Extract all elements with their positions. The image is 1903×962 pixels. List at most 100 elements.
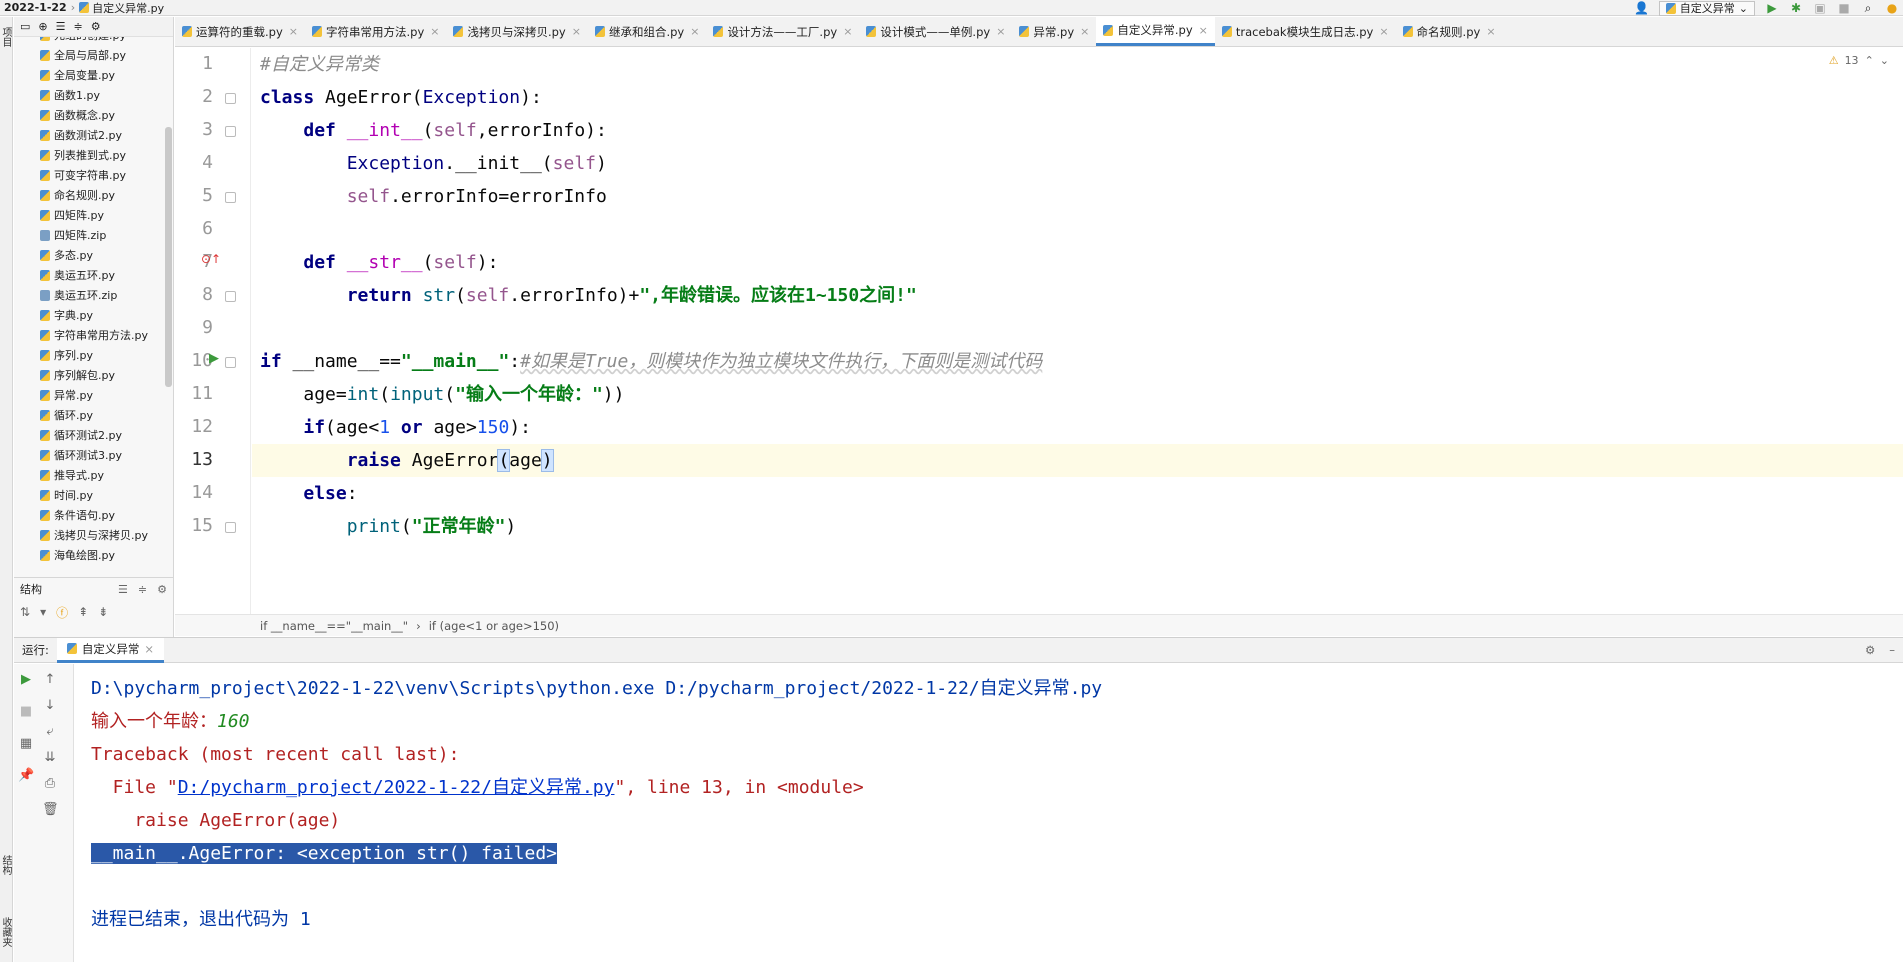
gear-icon[interactable]: ⚙ bbox=[91, 20, 101, 33]
expand-all-icon[interactable]: ☰ bbox=[118, 583, 128, 596]
override-gutter-icon[interactable]: ⊙↑ bbox=[201, 252, 221, 266]
project-file-item[interactable]: 时间.py bbox=[14, 485, 163, 505]
code-line-10[interactable]: if __name__=="__main__":#如果是True，则模块作为独立… bbox=[252, 345, 1903, 378]
editor-tab[interactable]: 浅拷贝与深拷贝.py × bbox=[446, 17, 587, 46]
code-line-12[interactable]: if(age<1 or age>150): bbox=[252, 411, 1903, 444]
project-file-item[interactable]: 函数1.py bbox=[14, 85, 163, 105]
project-file-item[interactable]: 序列解包.py bbox=[14, 365, 163, 385]
project-tool-button[interactable]: 项目 bbox=[0, 27, 13, 47]
code-line-7[interactable]: def __str__(self): bbox=[252, 246, 1903, 279]
project-file-item[interactable]: 海龟绘图.py bbox=[14, 545, 163, 565]
layout-icon[interactable]: ▦ bbox=[18, 736, 34, 752]
run-config-select[interactable]: 自定义异常 ⌄ bbox=[1658, 0, 1755, 16]
code-line-1[interactable]: #自定义异常类 bbox=[252, 48, 1903, 81]
code-line-9[interactable] bbox=[252, 312, 1903, 345]
code-line-2[interactable]: class AgeError(Exception): bbox=[252, 81, 1903, 114]
expand-all-icon[interactable]: ☰ bbox=[56, 20, 66, 33]
project-file-item[interactable]: 多态.py bbox=[14, 245, 163, 265]
run-icon[interactable]: ▶ bbox=[1765, 1, 1779, 15]
close-icon[interactable]: × bbox=[1080, 25, 1089, 38]
rerun-icon[interactable]: ▶ bbox=[18, 672, 34, 688]
project-file-item[interactable]: 全局与局部.py bbox=[14, 45, 163, 65]
favorites-tool-button[interactable]: 收藏夹 bbox=[0, 917, 13, 947]
project-file-item[interactable]: 全局变量.py bbox=[14, 65, 163, 85]
trash-icon[interactable]: 🗑 bbox=[42, 802, 59, 818]
project-file-item[interactable]: 奥运五环.zip bbox=[14, 285, 163, 305]
code-line-11[interactable]: age=int(input("输入一个年龄：")) bbox=[252, 378, 1903, 411]
sort-icon[interactable]: ⇅ bbox=[20, 605, 30, 619]
stop-icon[interactable]: ■ bbox=[18, 704, 34, 720]
update-icon[interactable]: ● bbox=[1885, 1, 1899, 15]
code-editor[interactable]: 1 2 3 4 5 6 7 8 9 10 11 12 13 14 15 ▶ ⊙↑ #自定义异常类 class A… bbox=[175, 48, 1903, 614]
project-file-item[interactable]: 循环测试3.py bbox=[14, 445, 163, 465]
chevron-down-icon[interactable]: ⌄ bbox=[1880, 54, 1889, 67]
close-icon[interactable]: × bbox=[1379, 25, 1388, 38]
structure-tool-button[interactable]: 结构 bbox=[0, 855, 13, 875]
close-icon[interactable]: × bbox=[996, 25, 1005, 38]
fold-marker-icon[interactable] bbox=[225, 93, 236, 104]
close-icon[interactable]: × bbox=[1486, 25, 1495, 38]
arrow-down-icon[interactable]: ↓ bbox=[42, 698, 58, 714]
soft-wrap-icon[interactable]: ⤶ bbox=[42, 724, 58, 740]
console-error-line[interactable]: __main__.AgeError: <exception str() fail… bbox=[91, 839, 557, 869]
autoscroll-icon[interactable]: ⇟ bbox=[98, 605, 108, 619]
search-icon[interactable]: ⌕ bbox=[1861, 1, 1875, 15]
run-console[interactable]: D:\pycharm_project\2022-1-22\venv\Script… bbox=[75, 664, 1903, 962]
collapse-all-icon[interactable]: ≑ bbox=[74, 20, 83, 33]
project-file-item[interactable]: 奥运五环.py bbox=[14, 265, 163, 285]
project-file-item[interactable]: 命名规则.py bbox=[14, 185, 163, 205]
code-line-4[interactable]: Exception.__init__(self) bbox=[252, 147, 1903, 180]
code-line-3[interactable]: def __int__(self,errorInfo): bbox=[252, 114, 1903, 147]
collapse-all-icon[interactable]: ≑ bbox=[138, 583, 147, 596]
gear-icon[interactable]: ⚙ bbox=[1865, 643, 1875, 657]
inherited-icon[interactable]: ⇞ bbox=[78, 605, 88, 619]
code-line-14[interactable]: else: bbox=[252, 477, 1903, 510]
project-file-item[interactable]: 浅拷贝与深拷贝.py bbox=[14, 525, 163, 545]
editor-tab[interactable]: 自定义异常.py × bbox=[1096, 17, 1215, 46]
project-file-item[interactable]: 条件语句.py bbox=[14, 505, 163, 525]
editor-tab[interactable]: 设计方法——工厂.py × bbox=[706, 17, 859, 46]
fold-marker-icon[interactable] bbox=[225, 522, 236, 533]
fold-marker-icon[interactable] bbox=[225, 126, 236, 137]
minimize-icon[interactable]: – bbox=[1889, 643, 1895, 657]
user-icon[interactable]: 👤 bbox=[1634, 1, 1649, 15]
project-file-item[interactable]: 字典.py bbox=[14, 305, 163, 325]
project-file-item[interactable]: 四矩阵.py bbox=[14, 205, 163, 225]
pin-icon[interactable]: 📌 bbox=[18, 768, 34, 784]
editor-tab[interactable]: 字符串常用方法.py × bbox=[305, 17, 446, 46]
scroll-to-end-icon[interactable]: ⇊ bbox=[42, 750, 58, 766]
project-file-item[interactable]: 元组的创建.py bbox=[14, 37, 163, 45]
console-selected-error[interactable]: __main__.AgeError: <exception str() fail… bbox=[91, 843, 557, 864]
print-icon[interactable]: ⎙ bbox=[42, 776, 58, 792]
code-line-8[interactable]: return str(self.errorInfo)+",年龄错误。应该在1~1… bbox=[252, 279, 1903, 312]
close-icon[interactable]: × bbox=[690, 25, 699, 38]
run-gutter-icon[interactable]: ▶ bbox=[209, 351, 219, 366]
project-file-item[interactable]: 循环测试2.py bbox=[14, 425, 163, 445]
editor-tab[interactable]: 运算符的重载.py × bbox=[175, 17, 305, 46]
locate-icon[interactable]: ⊕ bbox=[38, 20, 47, 33]
stop-icon[interactable]: ■ bbox=[1837, 1, 1851, 15]
editor-tab[interactable]: 继承和组合.py × bbox=[588, 17, 706, 46]
breadcrumb-item[interactable]: if (age<1 or age>150) bbox=[429, 619, 559, 633]
show-fields-icon[interactable]: ▾ bbox=[40, 605, 46, 619]
fold-marker-icon[interactable] bbox=[225, 291, 236, 302]
code-line-13[interactable]: raise AgeError(age) bbox=[252, 444, 1903, 477]
project-file-item[interactable]: 列表推到式.py bbox=[14, 145, 163, 165]
code-line-5[interactable]: self.errorInfo=errorInfo bbox=[252, 180, 1903, 213]
project-file-item[interactable]: 函数概念.py bbox=[14, 105, 163, 125]
project-file-item[interactable]: 四矩阵.zip bbox=[14, 225, 163, 245]
breadcrumb-item[interactable]: if __name__=="__main__" bbox=[260, 619, 408, 633]
close-icon[interactable]: × bbox=[572, 25, 581, 38]
fold-marker-icon[interactable] bbox=[225, 192, 236, 203]
editor-tab[interactable]: 设计模式——单例.py × bbox=[859, 17, 1012, 46]
gear-icon[interactable]: ⚙ bbox=[157, 583, 167, 596]
code-line-6[interactable] bbox=[252, 213, 1903, 246]
console-file-link[interactable]: D:/pycharm_project/2022-1-22/自定义异常.py bbox=[178, 777, 615, 798]
coverage-icon[interactable]: ▣ bbox=[1813, 1, 1827, 15]
fold-marker-icon[interactable] bbox=[225, 357, 236, 368]
close-icon[interactable]: × bbox=[430, 25, 439, 38]
run-tab[interactable]: 自定义异常 × bbox=[56, 637, 165, 663]
inspection-widget[interactable]: ⚠ 13 ⌃ ⌄ bbox=[1829, 54, 1889, 67]
nav-file-crumb[interactable]: 自定义异常.py bbox=[75, 0, 168, 16]
project-file-item[interactable]: 推导式.py bbox=[14, 465, 163, 485]
